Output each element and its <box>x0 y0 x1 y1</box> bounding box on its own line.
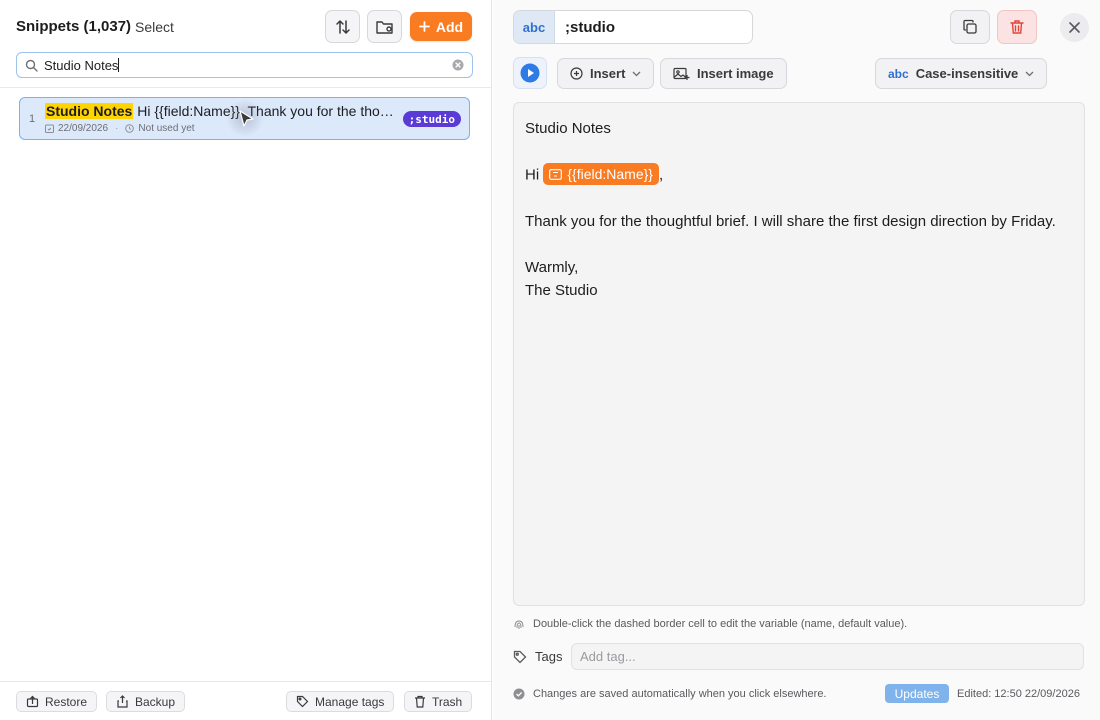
insert-image-label: Insert image <box>697 66 774 81</box>
variable-icon <box>549 168 563 180</box>
close-icon <box>1069 22 1080 33</box>
content-blank <box>525 233 1073 256</box>
snippet-usage: Not used yet <box>138 123 195 134</box>
add-snippet-button[interactable]: Add <box>410 12 472 41</box>
insert-dropdown[interactable]: Insert <box>557 58 655 89</box>
tags-label-text: Tags <box>535 649 563 664</box>
plus-circle-icon <box>570 67 583 80</box>
abbreviation-field[interactable]: abc ;studio <box>513 10 753 44</box>
tags-label: Tags <box>513 649 562 664</box>
footer-divider <box>0 681 491 682</box>
clear-circle-icon[interactable] <box>452 59 464 71</box>
meta-separator: · <box>115 123 119 134</box>
insert-image-button[interactable]: Insert image <box>660 58 787 89</box>
select-button[interactable]: Select <box>135 19 174 35</box>
autosave-text: Changes are saved automatically when you… <box>533 688 827 700</box>
delete-button[interactable] <box>997 10 1037 44</box>
play-icon <box>520 63 540 83</box>
snippet-index: 1 <box>29 113 36 125</box>
variable-label: {{field:Name}} <box>567 165 653 182</box>
snippet-editor-pane: abc ;studio Insert Insert image abc Case… <box>493 0 1100 720</box>
divider <box>0 87 491 88</box>
chevron-down-icon <box>632 71 641 77</box>
tag-icon <box>513 650 527 664</box>
plus-icon <box>418 21 430 32</box>
snippets-count-title: Snippets (1,037) <box>16 18 132 35</box>
snippet-preview: Hi {{field:Name}}, Thank you for the tho… <box>137 103 395 119</box>
autosave-note: Changes are saved automatically when you… <box>513 688 827 700</box>
trash-icon <box>414 695 426 708</box>
search-icon <box>25 59 38 72</box>
chevron-down-icon <box>1025 71 1034 77</box>
tag-icon <box>296 695 309 708</box>
trash-button[interactable]: Trash <box>404 691 473 712</box>
search-input[interactable]: Studio Notes <box>44 57 452 73</box>
trash-label: Trash <box>432 694 463 709</box>
abbreviation-type-tag: abc <box>514 11 555 43</box>
case-label: Case-insensitive <box>915 66 1019 81</box>
content-blank <box>525 140 1073 163</box>
snippet-date: 22/09/2026 <box>58 123 109 134</box>
variable-hint: Double-click the dashed border cell to e… <box>513 618 907 630</box>
snippet-title-preview: Studio Notes Hi {{field:Name}}, Thank yo… <box>45 103 395 119</box>
manage-tags-label: Manage tags <box>315 694 385 709</box>
restore-icon <box>26 695 39 708</box>
search-field[interactable]: Studio Notes <box>16 52 473 78</box>
mouse-pointer-icon <box>239 110 255 128</box>
duplicate-icon <box>962 19 978 35</box>
share-upload-icon <box>116 695 129 708</box>
image-add-icon <box>673 67 690 81</box>
add-tag-input[interactable]: Add tag... <box>571 643 1084 670</box>
trash-icon <box>1010 19 1024 35</box>
restore-label: Restore <box>45 694 88 709</box>
content-line: The Studio <box>525 281 598 299</box>
snippet-title-highlight: Studio Notes <box>45 103 134 119</box>
snippet-meta: 22/09/2026 · Not used yet <box>45 123 195 134</box>
case-type-tag: abc <box>888 66 909 81</box>
check-circle-icon <box>513 688 525 700</box>
snippet-content-editor[interactable]: Studio Notes Hi {{field:Name}}, Thank yo… <box>513 102 1085 606</box>
variable-chip[interactable]: {{field:Name}} <box>543 163 659 185</box>
clock-icon <box>125 124 135 133</box>
close-button[interactable] <box>1060 13 1089 42</box>
updates-button[interactable]: Updates <box>885 684 949 703</box>
backup-label: Backup <box>135 694 176 709</box>
hint-text: Double-click the dashed border cell to e… <box>533 618 908 630</box>
abbreviation-input[interactable]: ;studio <box>555 11 752 43</box>
restore-button[interactable]: Restore <box>16 691 98 712</box>
content-line: Studio Notes <box>525 120 611 137</box>
fingerprint-icon <box>513 618 525 630</box>
content-line: Thank you for the thoughtful brief. I wi… <box>525 212 1056 230</box>
content-line: Warmly, <box>525 258 579 276</box>
greeting-line: Hi {{field:Name}}, <box>525 163 1073 187</box>
folder-button[interactable] <box>367 10 402 43</box>
duplicate-button[interactable] <box>950 10 990 44</box>
manage-tags-button[interactable]: Manage tags <box>286 691 395 712</box>
snippet-list-pane: Snippets (1,037) Select Add Studio Notes <box>0 0 492 720</box>
sort-button[interactable] <box>325 10 360 43</box>
edited-timestamp: Edited: 12:50 22/09/2026 <box>957 688 1080 700</box>
insert-label: Insert <box>590 66 626 81</box>
calendar-edit-icon <box>45 124 54 133</box>
preview-play-button[interactable] <box>513 57 547 89</box>
case-sensitivity-dropdown[interactable]: abc Case-insensitive <box>875 58 1048 89</box>
backup-button[interactable]: Backup <box>106 691 186 712</box>
sort-arrows-icon <box>334 18 352 36</box>
content-blank <box>525 187 1073 210</box>
folder-settings-icon <box>375 18 395 36</box>
abbreviation-badge: ;studio <box>402 111 461 127</box>
add-label: Add <box>435 18 464 35</box>
